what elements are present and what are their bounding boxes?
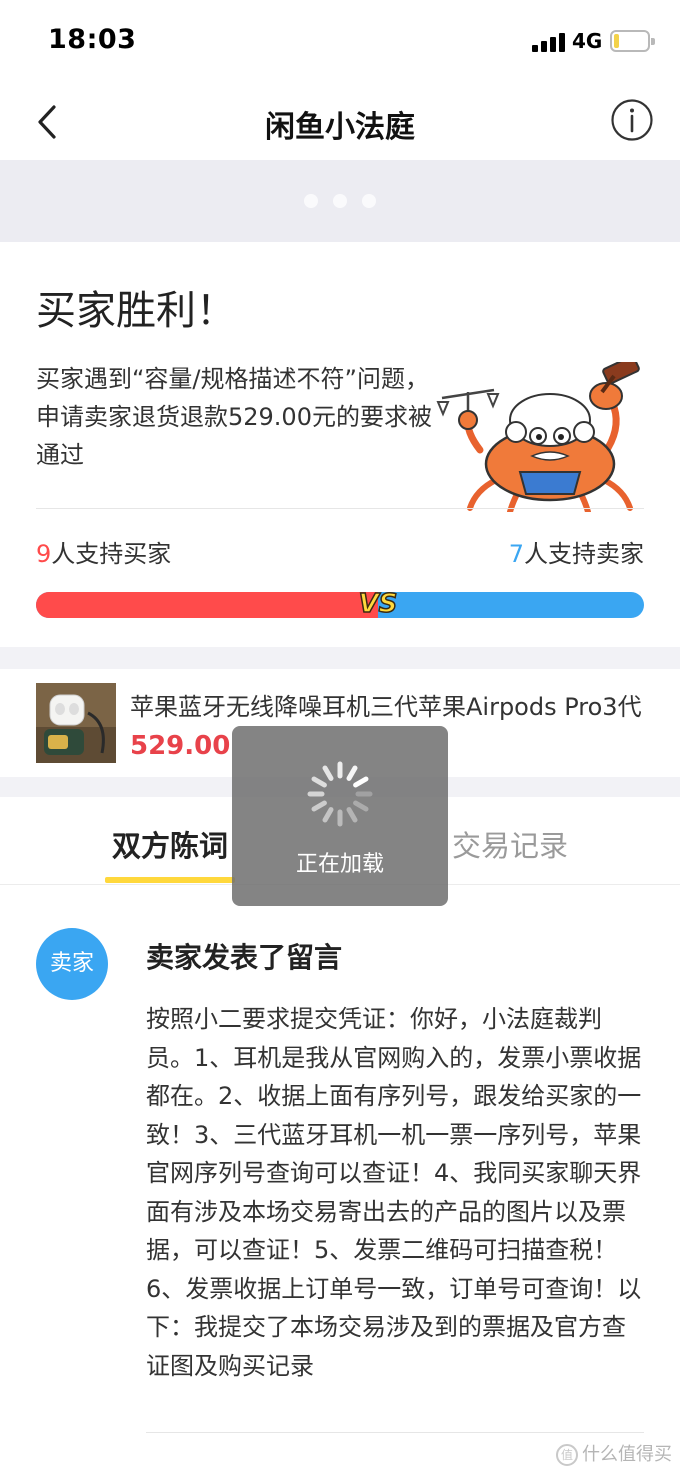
comment-title: 卖家发表了留言: [146, 941, 343, 974]
spinner-tick: [311, 800, 327, 812]
tab-active-indicator: [105, 877, 235, 883]
section-gap: [0, 647, 680, 669]
verdict-card: 买家胜利！ 买家遇到“容量/规格描述不符”问题，申请卖家退货退款529.00元的…: [0, 242, 680, 647]
screen: 18:03 4G 闲鱼小法庭 买家胜利！ 买家遇到“容量/规格描述不符”问题，申…: [0, 0, 680, 1472]
tab-trade-records[interactable]: 交易记录: [452, 823, 568, 865]
signal-icon: [532, 32, 566, 52]
watermark: 值什么值得买: [556, 1440, 672, 1466]
verdict-description: 买家遇到“容量/规格描述不符”问题，申请卖家退货退款529.00元的要求被通过: [36, 365, 432, 469]
vs-badge: VS: [358, 588, 398, 620]
crab-judge-illustration: [436, 362, 640, 512]
status-bar: 18:03 4G: [0, 0, 680, 84]
seller-support-count: 7: [508, 540, 524, 568]
divider: [36, 508, 644, 509]
watermark-logo-icon: 值: [556, 1444, 578, 1466]
product-thumbnail: [36, 683, 116, 763]
comment-item: 卖家 卖家发表了留言 按照小二要求提交凭证：你好，小法庭裁判员。1、耳机是我从官…: [0, 886, 680, 1472]
product-title: 苹果蓝牙无线降噪耳机三代苹果Airpods Pro3代: [130, 693, 642, 721]
spinner-tick: [346, 765, 358, 781]
spinner-tick: [322, 807, 334, 823]
spinner-tick: [346, 807, 358, 823]
product-price: 529.00: [130, 731, 231, 761]
buyer-support-count: 9: [36, 540, 52, 568]
nav-bar: 闲鱼小法庭: [0, 84, 680, 160]
buyer-vote-fill: [36, 592, 378, 618]
carousel-dots: [304, 194, 384, 210]
avatar: 卖家: [36, 928, 108, 1000]
verdict-title: 买家胜利！: [36, 288, 236, 334]
banner-carousel[interactable]: [0, 160, 680, 242]
comment-body: 按照小二要求提交凭证：你好，小法庭裁判员。1、耳机是我从官网购入的，发票小票收据…: [146, 1005, 642, 1380]
battery-icon: [610, 30, 655, 52]
divider: [146, 1432, 644, 1433]
spinner-tick: [322, 765, 334, 781]
page-title: 闲鱼小法庭: [265, 110, 415, 145]
loading-text: 正在加载: [295, 852, 384, 877]
watermark-text: 什么值得买: [582, 1444, 672, 1465]
spinner-tick: [311, 776, 327, 788]
buyer-support: 9人支持买家: [36, 534, 171, 569]
status-time: 18:03: [48, 24, 137, 55]
spinner-tick: [353, 800, 369, 812]
loading-spinner-icon: [307, 761, 373, 827]
seller-support-label: 人支持卖家: [524, 540, 644, 568]
seller-support: 7人支持卖家: [509, 534, 644, 569]
loading-toast: 正在加载: [232, 726, 448, 906]
vote-progress-bar: [36, 592, 644, 618]
tab-statements[interactable]: 双方陈词: [112, 823, 228, 865]
info-circle-icon: [611, 99, 653, 141]
buyer-support-label: 人支持买家: [51, 540, 172, 568]
info-button[interactable]: [610, 98, 654, 142]
spinner-tick: [353, 776, 369, 788]
network-type: 4G: [572, 29, 603, 53]
